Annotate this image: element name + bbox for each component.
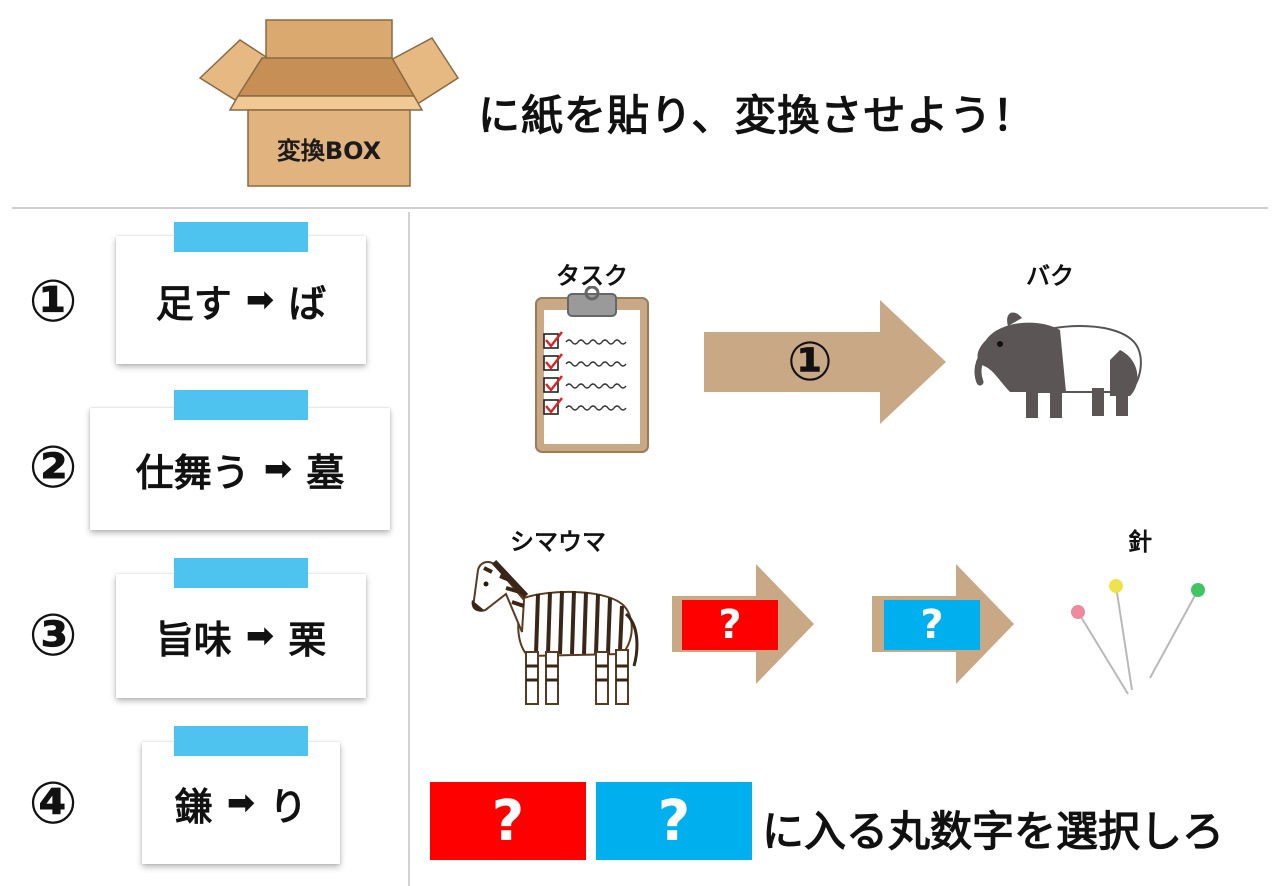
rule-number-2: ② (28, 433, 78, 501)
arrow-right-icon: ➡ (245, 616, 275, 656)
example-to-label: バク (1026, 262, 1074, 290)
tape-strip (174, 390, 308, 420)
rule-number-3: ③ (28, 601, 78, 669)
rule-card-1: 足す ➡ ば (116, 236, 366, 364)
rule-to: 栗 (288, 617, 327, 662)
puzzle-to-label: 針 (1128, 528, 1152, 556)
question-box-blue: ? (884, 600, 980, 650)
rule-to: り (269, 784, 308, 829)
question-box-red: ? (682, 600, 778, 650)
rule-from: 仕舞う (135, 450, 250, 495)
pins-icon (1071, 579, 1205, 695)
box-label: 変換BOX (276, 136, 382, 165)
rule-from: 足す (155, 281, 232, 326)
zebra-icon (471, 559, 639, 705)
rule-to: 墓 (306, 450, 345, 495)
tape-strip (174, 726, 308, 756)
rule-card-3: 旨味 ➡ 栗 (116, 574, 366, 698)
arrow-right-icon: ➡ (263, 449, 293, 489)
example-arrow-label: ① (787, 330, 833, 393)
rule-to: ば (288, 281, 327, 326)
rule-from: 鎌 (174, 784, 213, 829)
rule-number-4: ④ (28, 769, 78, 837)
instruction-text: に入る丸数字を選択しろ (762, 807, 1225, 856)
tape-strip (174, 558, 308, 588)
rule-number-1: ① (28, 267, 78, 335)
clipboard-checklist-icon (535, 286, 649, 453)
arrow-right-icon: ➡ (226, 783, 256, 823)
answer-box-red: ? (430, 782, 586, 860)
page-title: に紙を貼り、変換させよう！ (478, 91, 1036, 140)
column-divider (408, 212, 410, 886)
tapir-icon (974, 312, 1142, 418)
rule-card-4: 鎌 ➡ り (142, 742, 340, 864)
tape-strip (174, 222, 308, 252)
arrow-right-icon: ➡ (245, 280, 275, 320)
rule-card-2: 仕舞う ➡ 墓 (90, 408, 390, 530)
answer-box-blue: ? (596, 782, 752, 860)
rule-from: 旨味 (155, 617, 232, 662)
puzzle-from-label: シマウマ (510, 528, 606, 556)
header-divider (12, 207, 1268, 209)
